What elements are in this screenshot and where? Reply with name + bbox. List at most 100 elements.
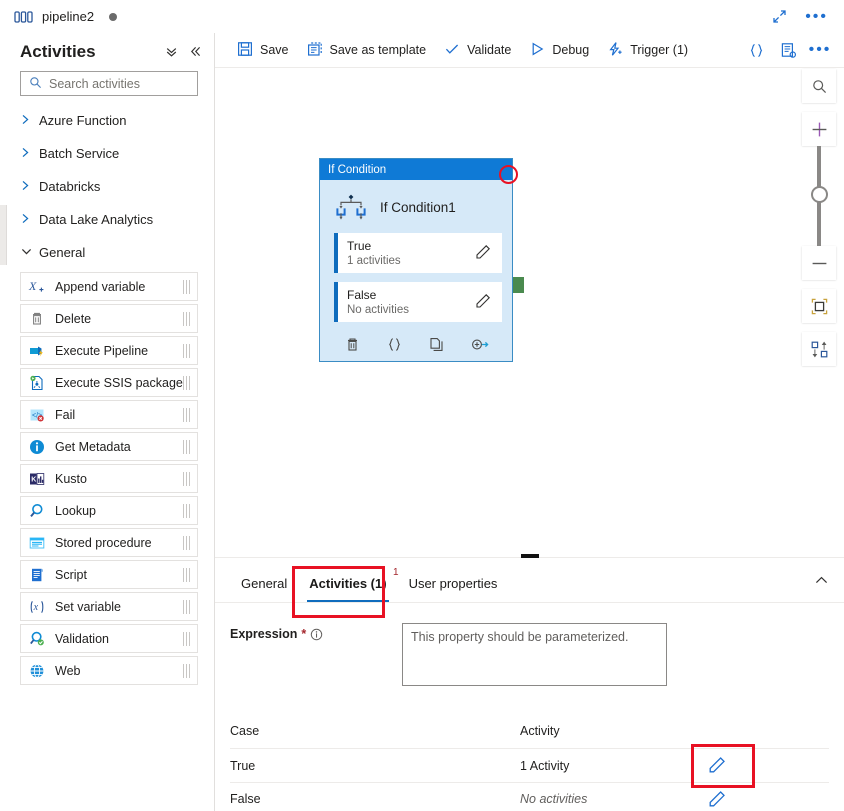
add-output-icon[interactable]: [470, 336, 489, 353]
chevron-down-icon: [21, 247, 32, 259]
activities-sidebar: Activities Search activities Azure Funct…: [0, 33, 215, 811]
pipeline-properties-icon[interactable]: [774, 37, 802, 63]
drag-grip-icon[interactable]: [183, 568, 190, 582]
tab-activities[interactable]: Activities (1) 1: [298, 567, 399, 602]
output-connector-handle[interactable]: [513, 277, 524, 293]
info-circle-icon[interactable]: [310, 628, 323, 641]
delete-trash-icon[interactable]: [344, 336, 361, 353]
sidebar-category-databricks[interactable]: Databricks: [0, 170, 214, 203]
zoom-slider[interactable]: [802, 146, 836, 246]
save-as-template-button[interactable]: Save as template: [298, 36, 436, 64]
tab-label: General: [241, 576, 288, 591]
fail-icon: </>: [28, 406, 46, 424]
node-branch-false[interactable]: False No activities: [334, 282, 502, 322]
sidebar-category-azure-function[interactable]: Azure Function: [0, 104, 214, 137]
trigger-lightning-icon: [607, 41, 623, 60]
drag-grip-icon[interactable]: [183, 344, 190, 358]
tab-general[interactable]: General: [230, 576, 298, 602]
activity-item-script[interactable]: Script: [20, 560, 198, 589]
svg-text:X: X: [28, 279, 37, 293]
activity-item-lookup[interactable]: Lookup: [20, 496, 198, 525]
search-input[interactable]: [49, 76, 189, 91]
pencil-edit-icon[interactable]: [691, 744, 755, 788]
chevron-right-icon: [21, 180, 30, 194]
save-disk-icon: [237, 41, 253, 60]
drag-grip-icon[interactable]: [183, 536, 190, 550]
more-ellipsis-icon[interactable]: •••: [805, 8, 828, 24]
azure-data-factory-pipeline-editor: pipeline2 ••• Activities Search activiti…: [0, 0, 844, 811]
more-ellipsis-icon[interactable]: •••: [806, 37, 834, 63]
double-chevron-down-icon[interactable]: [165, 45, 178, 60]
script-icon: [28, 566, 46, 584]
web-globe-icon: [28, 662, 46, 680]
activity-item-execute-pipeline[interactable]: Execute Pipeline: [20, 336, 198, 365]
properties-panel: General Activities (1) 1 User properties: [215, 554, 844, 811]
activity-item-append-variable[interactable]: X Append variable: [20, 272, 198, 301]
activity-item-label: Execute Pipeline: [55, 343, 149, 358]
activity-item-get-metadata[interactable]: Get Metadata: [20, 432, 198, 461]
table-row[interactable]: False No activities: [230, 782, 829, 811]
activity-item-validation[interactable]: Validation: [20, 624, 198, 653]
delete-trash-icon: [28, 310, 46, 328]
sidebar-category-data-lake-analytics[interactable]: Data Lake Analytics: [0, 203, 214, 236]
activity-item-stored-procedure[interactable]: Stored procedure: [20, 528, 198, 557]
validate-button[interactable]: Validate: [435, 36, 520, 64]
zoom-slider-thumb[interactable]: [811, 186, 828, 203]
chevron-up-icon[interactable]: [814, 573, 844, 602]
code-braces-icon[interactable]: [386, 336, 403, 353]
pencil-edit-icon[interactable]: [474, 244, 491, 264]
drag-grip-icon[interactable]: [183, 280, 190, 294]
activity-item-fail[interactable]: </> Fail: [20, 400, 198, 429]
zoom-to-fit-search-icon[interactable]: [802, 69, 836, 103]
collapsed-panel-handle[interactable]: [0, 205, 7, 265]
table-row[interactable]: True 1 Activity: [230, 744, 829, 788]
activity-item-delete[interactable]: Delete: [20, 304, 198, 333]
pipeline-canvas[interactable]: If Condition If Condition1 True 1 activi…: [215, 68, 844, 552]
copy-icon[interactable]: [428, 336, 445, 353]
tab-user-properties[interactable]: User properties: [398, 576, 509, 602]
drag-grip-icon[interactable]: [183, 472, 190, 486]
activity-item-label: Script: [55, 567, 87, 582]
pencil-edit-icon[interactable]: [707, 790, 726, 809]
drag-grip-icon[interactable]: [183, 632, 190, 646]
sidebar-category-label: Data Lake Analytics: [39, 212, 154, 227]
activities-table: Case Activity True 1 Activity False No a…: [230, 714, 829, 811]
drag-grip-icon[interactable]: [183, 312, 190, 326]
debug-button[interactable]: Debug: [520, 36, 598, 64]
if-condition-node[interactable]: If Condition If Condition1 True 1 activi…: [319, 158, 524, 362]
trigger-button[interactable]: Trigger (1): [598, 36, 697, 64]
expand-diagonal-icon[interactable]: [772, 9, 787, 24]
drag-grip-icon[interactable]: [183, 440, 190, 454]
activities-header: Activities: [0, 33, 214, 66]
activity-item-set-variable[interactable]: x Set variable: [20, 592, 198, 621]
drag-grip-icon[interactable]: [183, 376, 190, 390]
sidebar-category-batch-service[interactable]: Batch Service: [0, 137, 214, 170]
fit-to-screen-icon[interactable]: [802, 289, 836, 323]
expression-input[interactable]: [402, 623, 667, 686]
drag-grip-icon[interactable]: [183, 664, 190, 678]
search-box[interactable]: [20, 71, 198, 96]
pipeline-name[interactable]: pipeline2: [42, 9, 94, 24]
zoom-out-minus-icon[interactable]: [802, 246, 836, 280]
kusto-icon: K: [28, 470, 46, 488]
code-braces-icon[interactable]: [742, 37, 770, 63]
save-button[interactable]: Save: [228, 36, 298, 64]
auto-align-icon[interactable]: [802, 332, 836, 366]
pencil-edit-icon[interactable]: [474, 293, 491, 313]
activity-item-web[interactable]: Web: [20, 656, 198, 685]
drag-grip-icon[interactable]: [183, 600, 190, 614]
sidebar-category-label: Azure Function: [39, 113, 127, 128]
canvas-zoom-controls: [802, 69, 836, 366]
node-branch-true[interactable]: True 1 activities: [334, 233, 502, 273]
activity-item-kusto[interactable]: K Kusto: [20, 464, 198, 493]
zoom-in-plus-icon[interactable]: [802, 112, 836, 146]
validate-check-icon: [444, 41, 460, 60]
validation-icon: [28, 630, 46, 648]
activity-item-execute-ssis-package[interactable]: Execute SSIS package: [20, 368, 198, 397]
double-chevron-left-icon[interactable]: [189, 45, 202, 60]
activities-title: Activities: [20, 42, 96, 61]
node-header: If Condition: [320, 159, 512, 180]
drag-grip-icon[interactable]: [183, 504, 190, 518]
drag-grip-icon[interactable]: [183, 408, 190, 422]
sidebar-category-general[interactable]: General: [0, 236, 214, 269]
